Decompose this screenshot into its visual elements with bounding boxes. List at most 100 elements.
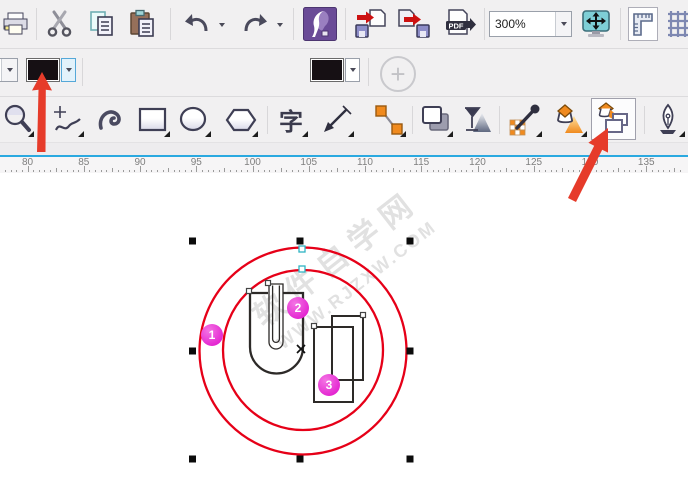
ruler-tick <box>342 170 344 172</box>
redo-button[interactable] <box>238 8 272 40</box>
node-u-shape[interactable] <box>245 287 253 295</box>
handle-top-center[interactable] <box>296 237 304 245</box>
ruler-tick <box>89 170 91 172</box>
ruler-tick <box>235 170 237 172</box>
handle-middle-left[interactable] <box>189 347 196 355</box>
outline-color-swatch[interactable] <box>26 58 60 82</box>
ruler-tick <box>201 170 203 172</box>
application-launcher-button[interactable] <box>302 7 337 41</box>
separator <box>499 106 500 134</box>
flyout-indicator <box>536 131 542 137</box>
ruler-tick <box>618 168 620 172</box>
tool-text[interactable]: 字 <box>272 99 310 140</box>
zoom-level-combo[interactable]: 300% <box>489 11 572 37</box>
tool-drop-shadow[interactable] <box>417 99 455 140</box>
ruler-tick <box>111 168 113 172</box>
tool-outline-pen[interactable] <box>649 99 687 140</box>
tool-zoom[interactable] <box>0 99 36 140</box>
separator <box>36 8 37 40</box>
ruler-tick <box>348 170 350 172</box>
ruler-tick <box>578 170 580 172</box>
ruler-tick <box>623 170 625 172</box>
outline-color-well-2[interactable] <box>310 58 360 82</box>
paste-button[interactable] <box>124 8 162 40</box>
ruler-tick <box>365 166 366 172</box>
outline-color-dropdown[interactable] <box>61 58 76 82</box>
ruler-tick <box>590 166 591 172</box>
redo-icon <box>244 14 267 32</box>
ruler-tick <box>612 170 614 172</box>
add-preferred-button[interactable]: + <box>380 56 416 92</box>
node-rectangle-back[interactable] <box>359 311 367 319</box>
ruler-tick <box>438 170 440 172</box>
ruler-tick <box>16 170 18 172</box>
fill-picker-partial-combo[interactable] <box>0 58 18 82</box>
ruler-tick <box>331 170 333 172</box>
tool-smart-fill[interactable] <box>594 99 632 140</box>
scissors-icon <box>47 10 72 37</box>
separator <box>293 8 294 40</box>
ruler-tick <box>72 170 74 172</box>
ruler-tick <box>303 170 305 172</box>
import-button[interactable] <box>352 7 390 41</box>
grid-toggle-button[interactable] <box>663 7 688 41</box>
handle-bottom-right[interactable] <box>406 455 414 463</box>
handle-top-right[interactable] <box>406 237 414 245</box>
handle-bottom-center[interactable] <box>296 455 304 463</box>
toolbar-gap-strip <box>0 143 688 155</box>
standard-toolbar: PDF 300% <box>0 0 688 49</box>
ruler-tick <box>100 170 102 172</box>
print-button[interactable] <box>0 8 32 40</box>
rectangle-back[interactable] <box>331 315 364 381</box>
test-tube-shape-inner[interactable] <box>271 285 281 343</box>
tool-interactive-fill[interactable] <box>551 99 589 140</box>
ruler-tick <box>651 170 653 172</box>
ruler-tick <box>117 170 119 172</box>
handle-middle-right[interactable] <box>406 347 414 355</box>
ruler-tick <box>483 170 485 172</box>
flyout-indicator <box>447 131 453 137</box>
outline-color-dropdown-2[interactable] <box>345 58 360 82</box>
tool-polygon[interactable] <box>222 99 260 140</box>
undo-dropdown[interactable] <box>216 20 228 30</box>
outline-color-well[interactable] <box>26 58 76 82</box>
ruler-tick <box>106 170 108 172</box>
copy-button[interactable] <box>84 8 120 40</box>
node-test-tube[interactable] <box>264 279 272 287</box>
tool-artistic-media[interactable] <box>93 99 131 140</box>
node-outer-circle[interactable] <box>298 245 306 253</box>
ruler-tick <box>320 170 321 172</box>
zoom-level-dropdown[interactable] <box>555 12 571 36</box>
export-button[interactable] <box>394 7 434 41</box>
horizontal-ruler[interactable]: 80 85 90 95 100 105 110 115 120 125 130 135 <box>0 155 688 173</box>
ruler-tick <box>584 170 586 172</box>
node-inner-circle[interactable] <box>298 265 306 273</box>
redo-dropdown[interactable] <box>274 20 286 30</box>
separator <box>644 106 645 134</box>
tool-dimension[interactable] <box>318 99 356 140</box>
tool-connector[interactable] <box>370 99 408 140</box>
tool-freehand[interactable] <box>48 99 86 140</box>
ruler-tick <box>668 170 670 172</box>
node-rectangle-front[interactable] <box>310 322 318 330</box>
fill-picker-dropdown[interactable] <box>1 59 17 81</box>
ruler-tick <box>494 170 496 172</box>
ruler-tick <box>550 170 552 172</box>
ruler-tick <box>516 170 518 172</box>
tool-color-eyedropper[interactable] <box>506 99 544 140</box>
outline-color-swatch-2[interactable] <box>310 58 344 82</box>
handle-bottom-left[interactable] <box>189 455 196 463</box>
handle-top-left[interactable] <box>189 237 196 245</box>
ruler-toggle-button-pressed[interactable] <box>628 7 658 41</box>
cut-button[interactable] <box>42 8 78 40</box>
tool-transparency[interactable] <box>458 99 496 140</box>
full-screen-preview-button[interactable] <box>580 7 612 41</box>
test-tube-shape-outer[interactable] <box>268 283 284 350</box>
ruler-tick <box>421 166 423 172</box>
ruler-tick <box>663 170 665 172</box>
tool-rectangle[interactable] <box>134 99 172 140</box>
undo-button[interactable] <box>180 8 214 40</box>
chevron-down-icon <box>277 23 283 27</box>
publish-pdf-button[interactable]: PDF <box>441 7 481 41</box>
tool-ellipse[interactable] <box>175 99 213 140</box>
